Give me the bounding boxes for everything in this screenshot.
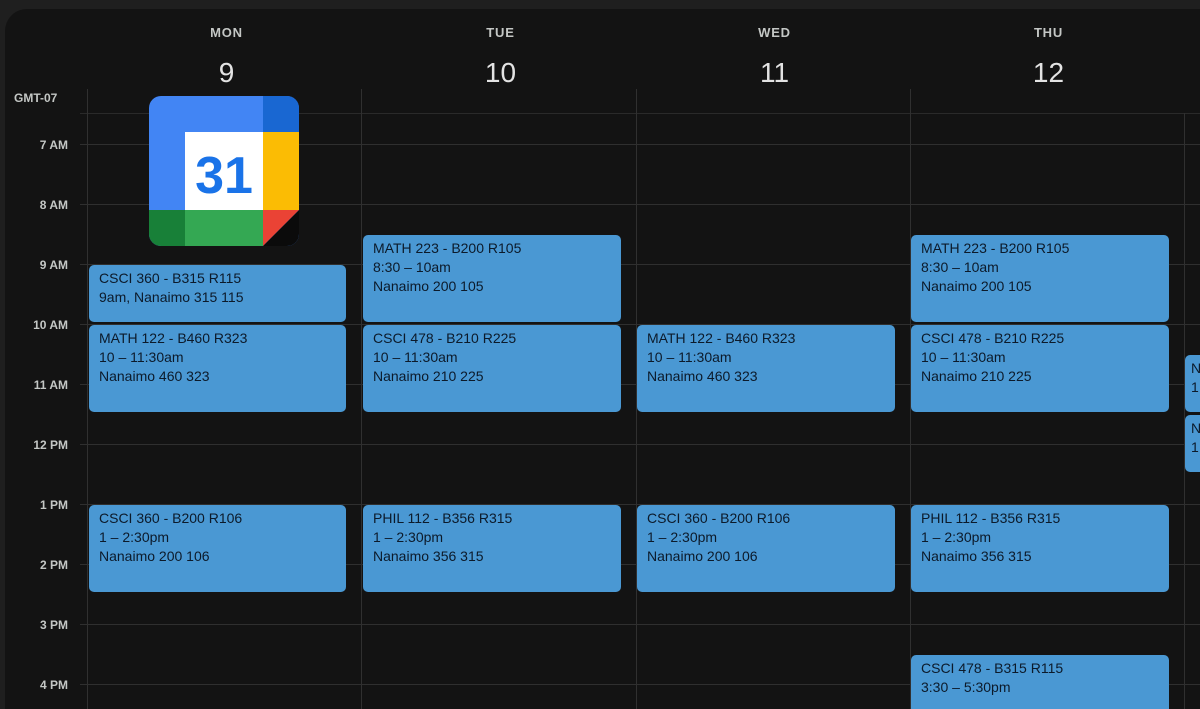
day-header-mon[interactable]: MON 9 (89, 9, 364, 89)
event-title: CSCI 478 - B210 R225 (373, 330, 517, 346)
event-title: MATH 122 - B460 R323 (647, 330, 796, 346)
event-title: MATH 223 - B200 R105 (373, 240, 522, 256)
event-location: Nanaimo 460 323 (647, 368, 758, 384)
event-time: 10 – 11:30am (373, 349, 458, 365)
day-of-week: TUE (486, 25, 515, 40)
calendar-event[interactable]: CSCI 360 - B200 R106 1 – 2:30pm Nanaimo … (637, 505, 895, 592)
calendar-event[interactable]: CSCI 478 - B210 R225 10 – 11:30am Nanaim… (911, 325, 1169, 412)
logo-dark-green-corner (149, 210, 185, 246)
day-number[interactable]: 12 (911, 57, 1186, 89)
day-header-tue[interactable]: TUE 10 (363, 9, 638, 89)
column-divider (910, 89, 911, 113)
day-header-thu[interactable]: THU 12 (911, 9, 1186, 89)
hour-label: 1 PM (39, 498, 68, 512)
hour-label: 3 PM (39, 618, 68, 632)
hour-line (80, 444, 1200, 445)
event-title: N (1191, 360, 1200, 376)
event-title: CSCI 360 - B200 R106 (99, 510, 243, 526)
logo-green-band (185, 210, 263, 246)
event-location: Nanaimo 200 105 (921, 278, 1032, 294)
event-location: Nanaimo 200 106 (99, 548, 210, 564)
calendar-event[interactable]: MATH 223 - B200 R105 8:30 – 10am Nanaimo… (363, 235, 621, 322)
event-location: Nanaimo 356 315 (373, 548, 484, 564)
day-number[interactable]: 10 (363, 57, 638, 89)
calendar-event[interactable]: CSCI 360 - B200 R106 1 – 2:30pm Nanaimo … (89, 505, 346, 592)
event-time: 1 – 2:30pm (373, 529, 444, 545)
column-divider (87, 113, 88, 709)
logo-date-text: 31 (195, 147, 253, 205)
day-number[interactable]: 11 (637, 57, 912, 89)
column-divider (910, 113, 911, 709)
hour-label: 8 AM (39, 198, 68, 212)
day-of-week: MON (210, 25, 243, 40)
event-time: 8:30 – 10am (921, 259, 999, 275)
column-divider (361, 89, 362, 113)
day-number[interactable]: 9 (89, 57, 364, 89)
event-location: Nanaimo 200 105 (373, 278, 484, 294)
calendar-week-view: MON 9 TUE 10 WED 11 THU 12 GMT-07 7 AM 8… (5, 9, 1200, 709)
event-time: 10 – 11:30am (647, 349, 732, 365)
calendar-event[interactable]: N 1 (1185, 355, 1200, 412)
calendar-event[interactable]: N 1 (1185, 415, 1200, 472)
column-divider (87, 89, 88, 113)
column-divider (361, 113, 362, 709)
calendar-event[interactable]: MATH 122 - B460 R323 10 – 11:30am Nanaim… (637, 325, 895, 412)
hour-label: 4 PM (39, 678, 68, 692)
event-title: MATH 223 - B200 R105 (921, 240, 1070, 256)
event-title: N (1191, 420, 1200, 436)
calendar-event[interactable]: CSCI 478 - B210 R225 10 – 11:30am Nanaim… (363, 325, 621, 412)
event-title: CSCI 478 - B210 R225 (921, 330, 1065, 346)
event-title: CSCI 478 - B315 R115 (921, 660, 1064, 676)
event-time: 1 (1191, 379, 1199, 395)
day-of-week: WED (758, 25, 791, 40)
logo-yellow-band (263, 132, 299, 210)
event-location: Nanaimo 200 106 (647, 548, 758, 564)
hour-label: 10 AM (33, 318, 68, 332)
calendar-event[interactable]: CSCI 478 - B315 R115 3:30 – 5:30pm (911, 655, 1169, 709)
event-location: Nanaimo 356 315 (921, 548, 1032, 564)
event-location: Nanaimo 210 225 (921, 368, 1032, 384)
timezone-label: GMT-07 (14, 91, 58, 105)
calendar-event[interactable]: CSCI 360 - B315 R115 9am, Nanaimo 315 11… (89, 265, 346, 322)
day-header-wed[interactable]: WED 11 (637, 9, 912, 89)
hour-line (80, 624, 1200, 625)
calendar-event[interactable]: PHIL 112 - B356 R315 1 – 2:30pm Nanaimo … (911, 505, 1169, 592)
event-time: 10 – 11:30am (921, 349, 1006, 365)
column-divider (636, 113, 637, 709)
calendar-event[interactable]: MATH 223 - B200 R105 8:30 – 10am Nanaimo… (911, 235, 1169, 322)
event-title: CSCI 360 - B200 R106 (647, 510, 791, 526)
hour-label: 11 AM (33, 378, 68, 392)
hour-label: 7 AM (39, 138, 68, 152)
column-divider (636, 89, 637, 113)
event-title: PHIL 112 - B356 R315 (921, 510, 1061, 526)
hour-label: 9 AM (39, 258, 68, 272)
logo-dark-blue-corner (263, 96, 299, 132)
event-time: 1 – 2:30pm (921, 529, 992, 545)
event-time: 1 – 2:30pm (647, 529, 718, 545)
event-time: 1 (1191, 439, 1199, 455)
event-location: Nanaimo 460 323 (99, 368, 210, 384)
event-time: 1 – 2:30pm (99, 529, 170, 545)
event-title: CSCI 360 - B315 R115 (99, 270, 242, 286)
event-location: Nanaimo 210 225 (373, 368, 484, 384)
event-time: 3:30 – 5:30pm (921, 679, 1011, 695)
day-of-week: THU (1033, 25, 1064, 40)
google-calendar-logo: 31 (149, 96, 299, 246)
event-title: PHIL 112 - B356 R315 (373, 510, 513, 526)
column-divider (1184, 113, 1185, 709)
event-details: 9am, Nanaimo 315 115 (99, 289, 244, 305)
event-title: MATH 122 - B460 R323 (99, 330, 248, 346)
hour-label: 2 PM (39, 558, 68, 572)
hour-label: 12 PM (33, 438, 68, 452)
event-time: 10 – 11:30am (99, 349, 184, 365)
calendar-event[interactable]: MATH 122 - B460 R323 10 – 11:30am Nanaim… (89, 325, 346, 412)
event-time: 8:30 – 10am (373, 259, 451, 275)
calendar-event[interactable]: PHIL 112 - B356 R315 1 – 2:30pm Nanaimo … (363, 505, 621, 592)
